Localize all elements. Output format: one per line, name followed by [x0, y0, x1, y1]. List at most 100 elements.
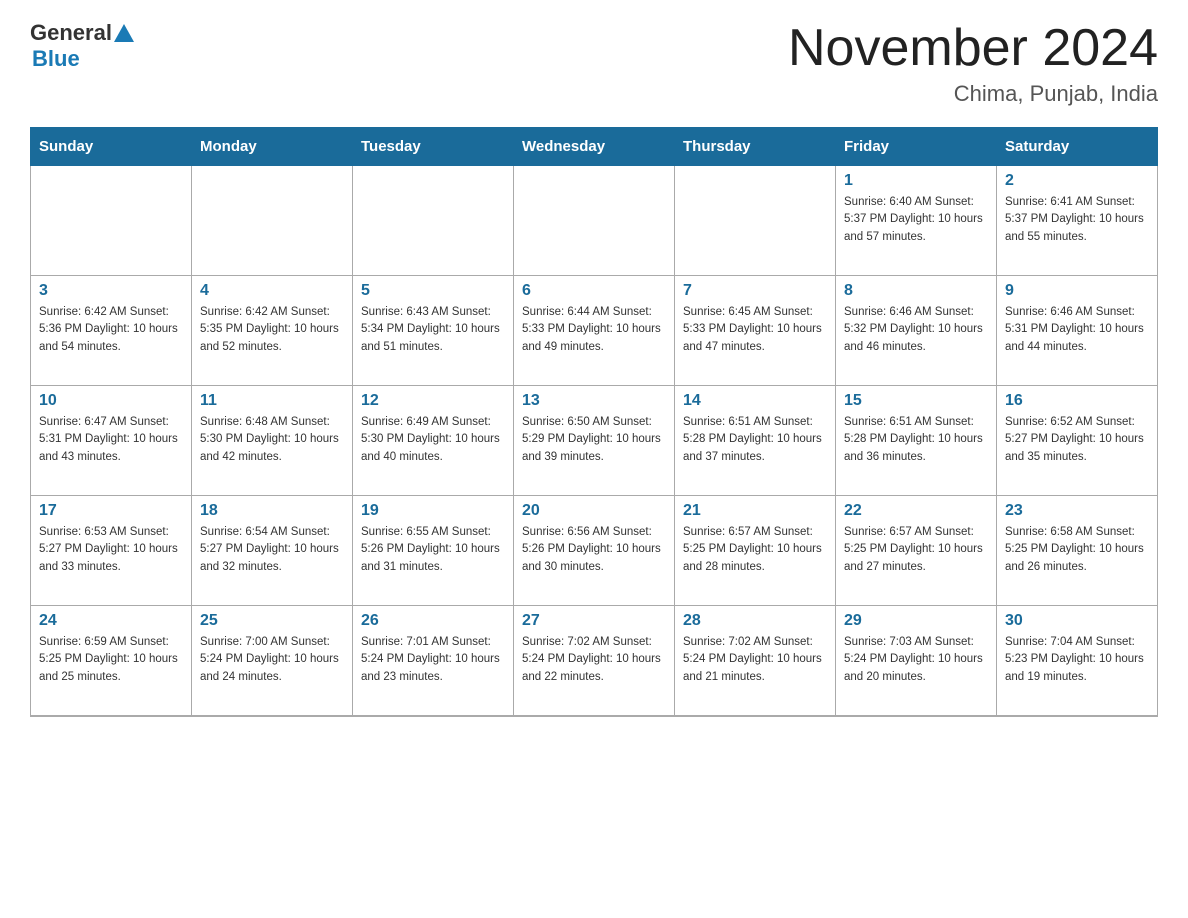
logo-general-text: General — [30, 20, 112, 46]
cell-info-text: Sunrise: 6:46 AM Sunset: 5:32 PM Dayligh… — [844, 304, 988, 356]
cell-info-text: Sunrise: 6:52 AM Sunset: 5:27 PM Dayligh… — [1005, 414, 1149, 466]
cell-info-text: Sunrise: 6:42 AM Sunset: 5:35 PM Dayligh… — [200, 304, 344, 356]
cell-day-number: 27 — [522, 612, 666, 630]
cell-info-text: Sunrise: 7:03 AM Sunset: 5:24 PM Dayligh… — [844, 634, 988, 686]
cell-day-number: 14 — [683, 392, 827, 410]
cell-day-number: 10 — [39, 392, 183, 410]
cell-day-number: 17 — [39, 502, 183, 520]
logo: General Blue — [30, 20, 134, 72]
calendar-cell — [353, 166, 514, 276]
cell-day-number: 2 — [1005, 172, 1149, 190]
calendar-cell: 13 Sunrise: 6:50 AM Sunset: 5:29 PM Dayli… — [514, 386, 675, 496]
weekday-header-saturday: Saturday — [997, 128, 1158, 166]
calendar-cell: 5 Sunrise: 6:43 AM Sunset: 5:34 PM Daylig… — [353, 276, 514, 386]
calendar-cell: 25 Sunrise: 7:00 AM Sunset: 5:24 PM Dayli… — [192, 606, 353, 716]
weekday-header-row: SundayMondayTuesdayWednesdayThursdayFrid… — [31, 128, 1158, 166]
cell-info-text: Sunrise: 7:02 AM Sunset: 5:24 PM Dayligh… — [683, 634, 827, 686]
cell-day-number: 21 — [683, 502, 827, 520]
calendar-cell: 17 Sunrise: 6:53 AM Sunset: 5:27 PM Dayli… — [31, 496, 192, 606]
cell-info-text: Sunrise: 6:53 AM Sunset: 5:27 PM Dayligh… — [39, 524, 183, 576]
calendar-cell: 18 Sunrise: 6:54 AM Sunset: 5:27 PM Dayli… — [192, 496, 353, 606]
calendar-cell: 11Sunrise: 6:48 AM Sunset: 5:30 PM Dayli… — [192, 386, 353, 496]
cell-day-number: 19 — [361, 502, 505, 520]
cell-info-text: Sunrise: 6:43 AM Sunset: 5:34 PM Dayligh… — [361, 304, 505, 356]
cell-day-number: 12 — [361, 392, 505, 410]
cell-info-text: Sunrise: 6:54 AM Sunset: 5:27 PM Dayligh… — [200, 524, 344, 576]
cell-day-number: 9 — [1005, 282, 1149, 300]
cell-day-number: 25 — [200, 612, 344, 630]
cell-day-number: 8 — [844, 282, 988, 300]
title-section: November 2024 Chima, Punjab, India — [788, 20, 1158, 107]
cell-info-text: Sunrise: 6:50 AM Sunset: 5:29 PM Dayligh… — [522, 414, 666, 466]
calendar-cell: 1 Sunrise: 6:40 AM Sunset: 5:37 PM Daylig… — [836, 166, 997, 276]
calendar-cell — [192, 166, 353, 276]
cell-day-number: 28 — [683, 612, 827, 630]
cell-info-text: Sunrise: 6:57 AM Sunset: 5:25 PM Dayligh… — [683, 524, 827, 576]
calendar-cell — [31, 166, 192, 276]
cell-info-text: Sunrise: 6:58 AM Sunset: 5:25 PM Dayligh… — [1005, 524, 1149, 576]
calendar-cell: 29 Sunrise: 7:03 AM Sunset: 5:24 PM Dayli… — [836, 606, 997, 716]
cell-info-text: Sunrise: 6:40 AM Sunset: 5:37 PM Dayligh… — [844, 194, 988, 246]
cell-info-text: Sunrise: 7:01 AM Sunset: 5:24 PM Dayligh… — [361, 634, 505, 686]
calendar-row-4: 24Sunrise: 6:59 AM Sunset: 5:25 PM Dayli… — [31, 606, 1158, 716]
calendar-cell: 23Sunrise: 6:58 AM Sunset: 5:25 PM Dayli… — [997, 496, 1158, 606]
weekday-header-monday: Monday — [192, 128, 353, 166]
calendar-row-3: 17 Sunrise: 6:53 AM Sunset: 5:27 PM Dayli… — [31, 496, 1158, 606]
cell-day-number: 20 — [522, 502, 666, 520]
cell-info-text: Sunrise: 6:55 AM Sunset: 5:26 PM Dayligh… — [361, 524, 505, 576]
cell-day-number: 15 — [844, 392, 988, 410]
cell-info-text: Sunrise: 6:42 AM Sunset: 5:36 PM Dayligh… — [39, 304, 183, 356]
cell-info-text: Sunrise: 6:51 AM Sunset: 5:28 PM Dayligh… — [844, 414, 988, 466]
cell-info-text: Sunrise: 6:49 AM Sunset: 5:30 PM Dayligh… — [361, 414, 505, 466]
cell-day-number: 7 — [683, 282, 827, 300]
cell-info-text: Sunrise: 7:04 AM Sunset: 5:23 PM Dayligh… — [1005, 634, 1149, 686]
cell-day-number: 22 — [844, 502, 988, 520]
logo-triangle-icon — [114, 24, 134, 42]
cell-day-number: 30 — [1005, 612, 1149, 630]
cell-day-number: 5 — [361, 282, 505, 300]
calendar-title: November 2024 — [788, 20, 1158, 77]
calendar-cell: 15 Sunrise: 6:51 AM Sunset: 5:28 PM Dayli… — [836, 386, 997, 496]
cell-day-number: 18 — [200, 502, 344, 520]
calendar-cell: 21 Sunrise: 6:57 AM Sunset: 5:25 PM Dayli… — [675, 496, 836, 606]
calendar-cell: 24Sunrise: 6:59 AM Sunset: 5:25 PM Dayli… — [31, 606, 192, 716]
weekday-header-tuesday: Tuesday — [353, 128, 514, 166]
cell-day-number: 13 — [522, 392, 666, 410]
cell-info-text: Sunrise: 6:59 AM Sunset: 5:25 PM Dayligh… — [39, 634, 183, 686]
calendar-cell: 27 Sunrise: 7:02 AM Sunset: 5:24 PM Dayli… — [514, 606, 675, 716]
cell-info-text: Sunrise: 6:45 AM Sunset: 5:33 PM Dayligh… — [683, 304, 827, 356]
cell-info-text: Sunrise: 6:57 AM Sunset: 5:25 PM Dayligh… — [844, 524, 988, 576]
weekday-header-friday: Friday — [836, 128, 997, 166]
cell-day-number: 29 — [844, 612, 988, 630]
calendar-row-1: 3Sunrise: 6:42 AM Sunset: 5:36 PM Daylig… — [31, 276, 1158, 386]
calendar-cell: 26 Sunrise: 7:01 AM Sunset: 5:24 PM Dayli… — [353, 606, 514, 716]
cell-info-text: Sunrise: 6:46 AM Sunset: 5:31 PM Dayligh… — [1005, 304, 1149, 356]
cell-info-text: Sunrise: 6:51 AM Sunset: 5:28 PM Dayligh… — [683, 414, 827, 466]
calendar-cell: 16 Sunrise: 6:52 AM Sunset: 5:27 PM Dayli… — [997, 386, 1158, 496]
cell-info-text: Sunrise: 6:47 AM Sunset: 5:31 PM Dayligh… — [39, 414, 183, 466]
weekday-header-wednesday: Wednesday — [514, 128, 675, 166]
calendar-cell: 22 Sunrise: 6:57 AM Sunset: 5:25 PM Dayli… — [836, 496, 997, 606]
cell-info-text: Sunrise: 7:00 AM Sunset: 5:24 PM Dayligh… — [200, 634, 344, 686]
cell-day-number: 16 — [1005, 392, 1149, 410]
calendar-subtitle: Chima, Punjab, India — [788, 81, 1158, 107]
weekday-header-sunday: Sunday — [31, 128, 192, 166]
cell-info-text: Sunrise: 6:56 AM Sunset: 5:26 PM Dayligh… — [522, 524, 666, 576]
calendar-cell: 20 Sunrise: 6:56 AM Sunset: 5:26 PM Dayli… — [514, 496, 675, 606]
cell-day-number: 4 — [200, 282, 344, 300]
cell-day-number: 1 — [844, 172, 988, 190]
logo-blue-text: Blue — [32, 46, 134, 72]
calendar-cell: 19 Sunrise: 6:55 AM Sunset: 5:26 PM Dayli… — [353, 496, 514, 606]
calendar-cell — [514, 166, 675, 276]
calendar-table: SundayMondayTuesdayWednesdayThursdayFrid… — [30, 127, 1158, 717]
calendar-row-2: 10 Sunrise: 6:47 AM Sunset: 5:31 PM Dayli… — [31, 386, 1158, 496]
weekday-header-thursday: Thursday — [675, 128, 836, 166]
calendar-cell — [675, 166, 836, 276]
calendar-cell: 12 Sunrise: 6:49 AM Sunset: 5:30 PM Dayli… — [353, 386, 514, 496]
calendar-cell: 4 Sunrise: 6:42 AM Sunset: 5:35 PM Daylig… — [192, 276, 353, 386]
cell-info-text: Sunrise: 6:41 AM Sunset: 5:37 PM Dayligh… — [1005, 194, 1149, 246]
page-header: General Blue November 2024 Chima, Punjab… — [30, 20, 1158, 107]
cell-info-text: Sunrise: 7:02 AM Sunset: 5:24 PM Dayligh… — [522, 634, 666, 686]
cell-day-number: 26 — [361, 612, 505, 630]
calendar-cell: 10 Sunrise: 6:47 AM Sunset: 5:31 PM Dayli… — [31, 386, 192, 496]
